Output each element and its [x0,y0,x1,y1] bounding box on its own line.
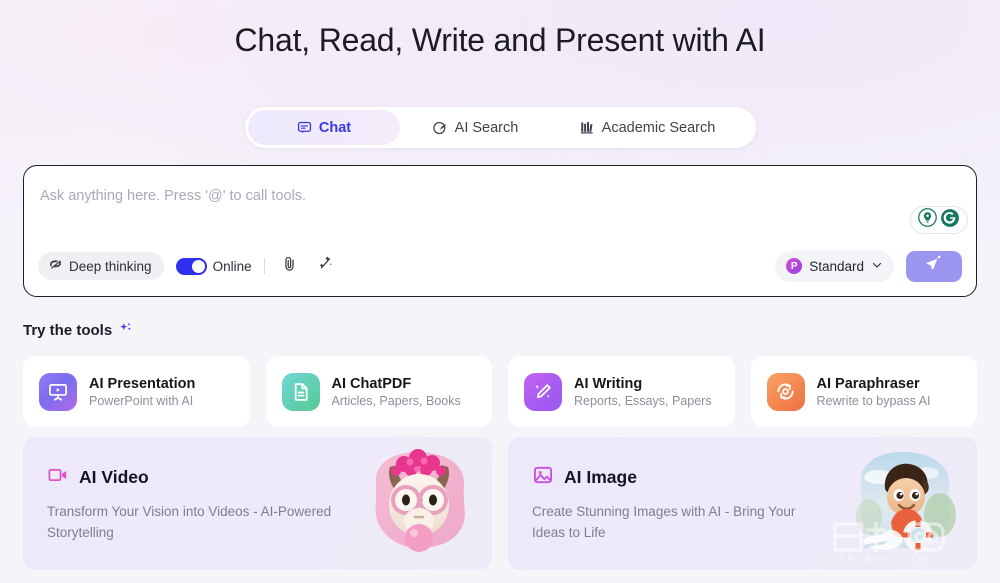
tool-card-title: AI Presentation [89,375,196,392]
paperclip-icon [281,255,298,277]
tab-chat-label: Chat [318,119,352,136]
document-lines-icon [281,372,320,411]
send-button[interactable] [906,250,962,282]
banner-ai-video[interactable]: AI Video Transform Your Vision into Vide… [23,437,492,570]
model-selector[interactable]: P Standard [775,250,894,282]
video-camera-icon [47,464,69,491]
tool-card-text: AI Writing Reports, Essays, Papers [574,376,712,408]
tab-ai-search[interactable]: AI Search [400,110,550,145]
grammarly-g-icon[interactable] [940,208,960,233]
online-toggle[interactable]: Online [175,257,252,275]
banner-cards-row: AI Video Transform Your Vision into Vide… [23,437,977,570]
tool-card-title: AI Paraphraser [816,375,920,392]
model-avatar-icon: P [786,258,803,274]
tool-card-subtitle: Rewrite to bypass AI [816,393,931,408]
tab-chat[interactable]: Chat [248,110,400,145]
banner-subtitle: Transform Your Vision into Videos - AI-P… [47,504,332,540]
tool-card-subtitle: Reports, Essays, Papers [574,393,712,408]
chat-bubble-icon [297,120,312,135]
banner-ai-image[interactable]: AI Image Create Stunning Images with AI … [508,437,977,570]
tab-academic-search-label: Academic Search [601,119,716,136]
deep-thinking-button[interactable]: Deep thinking [38,252,164,280]
banner-title: AI Image [564,467,637,487]
grammarly-suggestion-bulb-icon[interactable] [918,208,937,232]
compass-search-icon [432,120,448,136]
tools-section-heading: Try the tools [23,321,133,340]
page-title: Chat, Read, Write and Present with AI [234,22,766,58]
tab-ai-search-label: AI Search [454,119,519,136]
tool-card-text: AI Paraphraser Rewrite to bypass AI [817,376,931,408]
image-photo-icon [532,464,554,491]
magic-prompt-button[interactable] [313,253,339,279]
model-selector-label: Standard [809,258,864,274]
online-label: Online [212,258,252,274]
tools-section-label: Try the tools [23,322,113,339]
composer-input[interactable]: Ask anything here. Press '@' to call too… [40,188,306,204]
sparkle-icon [118,321,133,340]
attach-file-button[interactable] [277,253,303,279]
toolbar-divider [263,258,265,274]
mode-tabbar: Chat AI Search Academic Search [245,107,756,148]
cartoon-boy-surfing-illustration [845,445,963,563]
magic-wand-icon [317,255,334,277]
tool-card-text: AI ChatPDF Articles, Papers, Books [332,376,461,408]
tool-card-ai-presentation[interactable]: AI Presentation PowerPoint with AI [23,356,250,427]
banner-subtitle: Create Stunning Images with AI - Bring Y… [532,504,796,540]
composer-toolbar: Deep thinking Online P Standard [38,248,962,284]
banner-title: AI Video [79,467,149,487]
banner-header: AI Image [532,464,637,491]
tool-card-ai-paraphraser[interactable]: AI Paraphraser Rewrite to bypass AI [750,356,977,427]
library-books-icon [580,120,595,135]
banner-header: AI Video [47,464,149,491]
tool-card-ai-chatpdf[interactable]: AI ChatPDF Articles, Papers, Books [265,356,492,427]
tool-card-title: AI ChatPDF [331,375,412,392]
pencil-sparkle-icon [524,372,562,411]
send-paper-plane-icon [925,253,943,278]
grammarly-widget[interactable] [910,206,968,234]
tool-card-text: AI Presentation PowerPoint with AI [89,376,195,408]
rotate-refresh-icon [766,372,805,411]
composer-panel[interactable]: Ask anything here. Press '@' to call too… [23,165,977,297]
chevron-down-icon [871,259,883,274]
deep-thinking-label: Deep thinking [69,258,152,274]
tool-card-subtitle: PowerPoint with AI [89,393,194,408]
online-toggle-switch[interactable] [175,257,207,275]
llama-with-pink-glasses-bubblegum-illustration [360,445,478,563]
tool-card-title: AI Writing [574,375,643,392]
tool-card-subtitle: Articles, Papers, Books [331,393,461,408]
tool-card-ai-writing[interactable]: AI Writing Reports, Essays, Papers [508,356,735,427]
composer-right-controls: P Standard [775,250,962,282]
brain-icon [48,257,63,275]
tab-academic-search[interactable]: Academic Search [550,110,745,145]
tool-cards-row: AI Presentation PowerPoint with AI AI Ch… [23,356,977,427]
presentation-screen-icon [39,372,77,411]
